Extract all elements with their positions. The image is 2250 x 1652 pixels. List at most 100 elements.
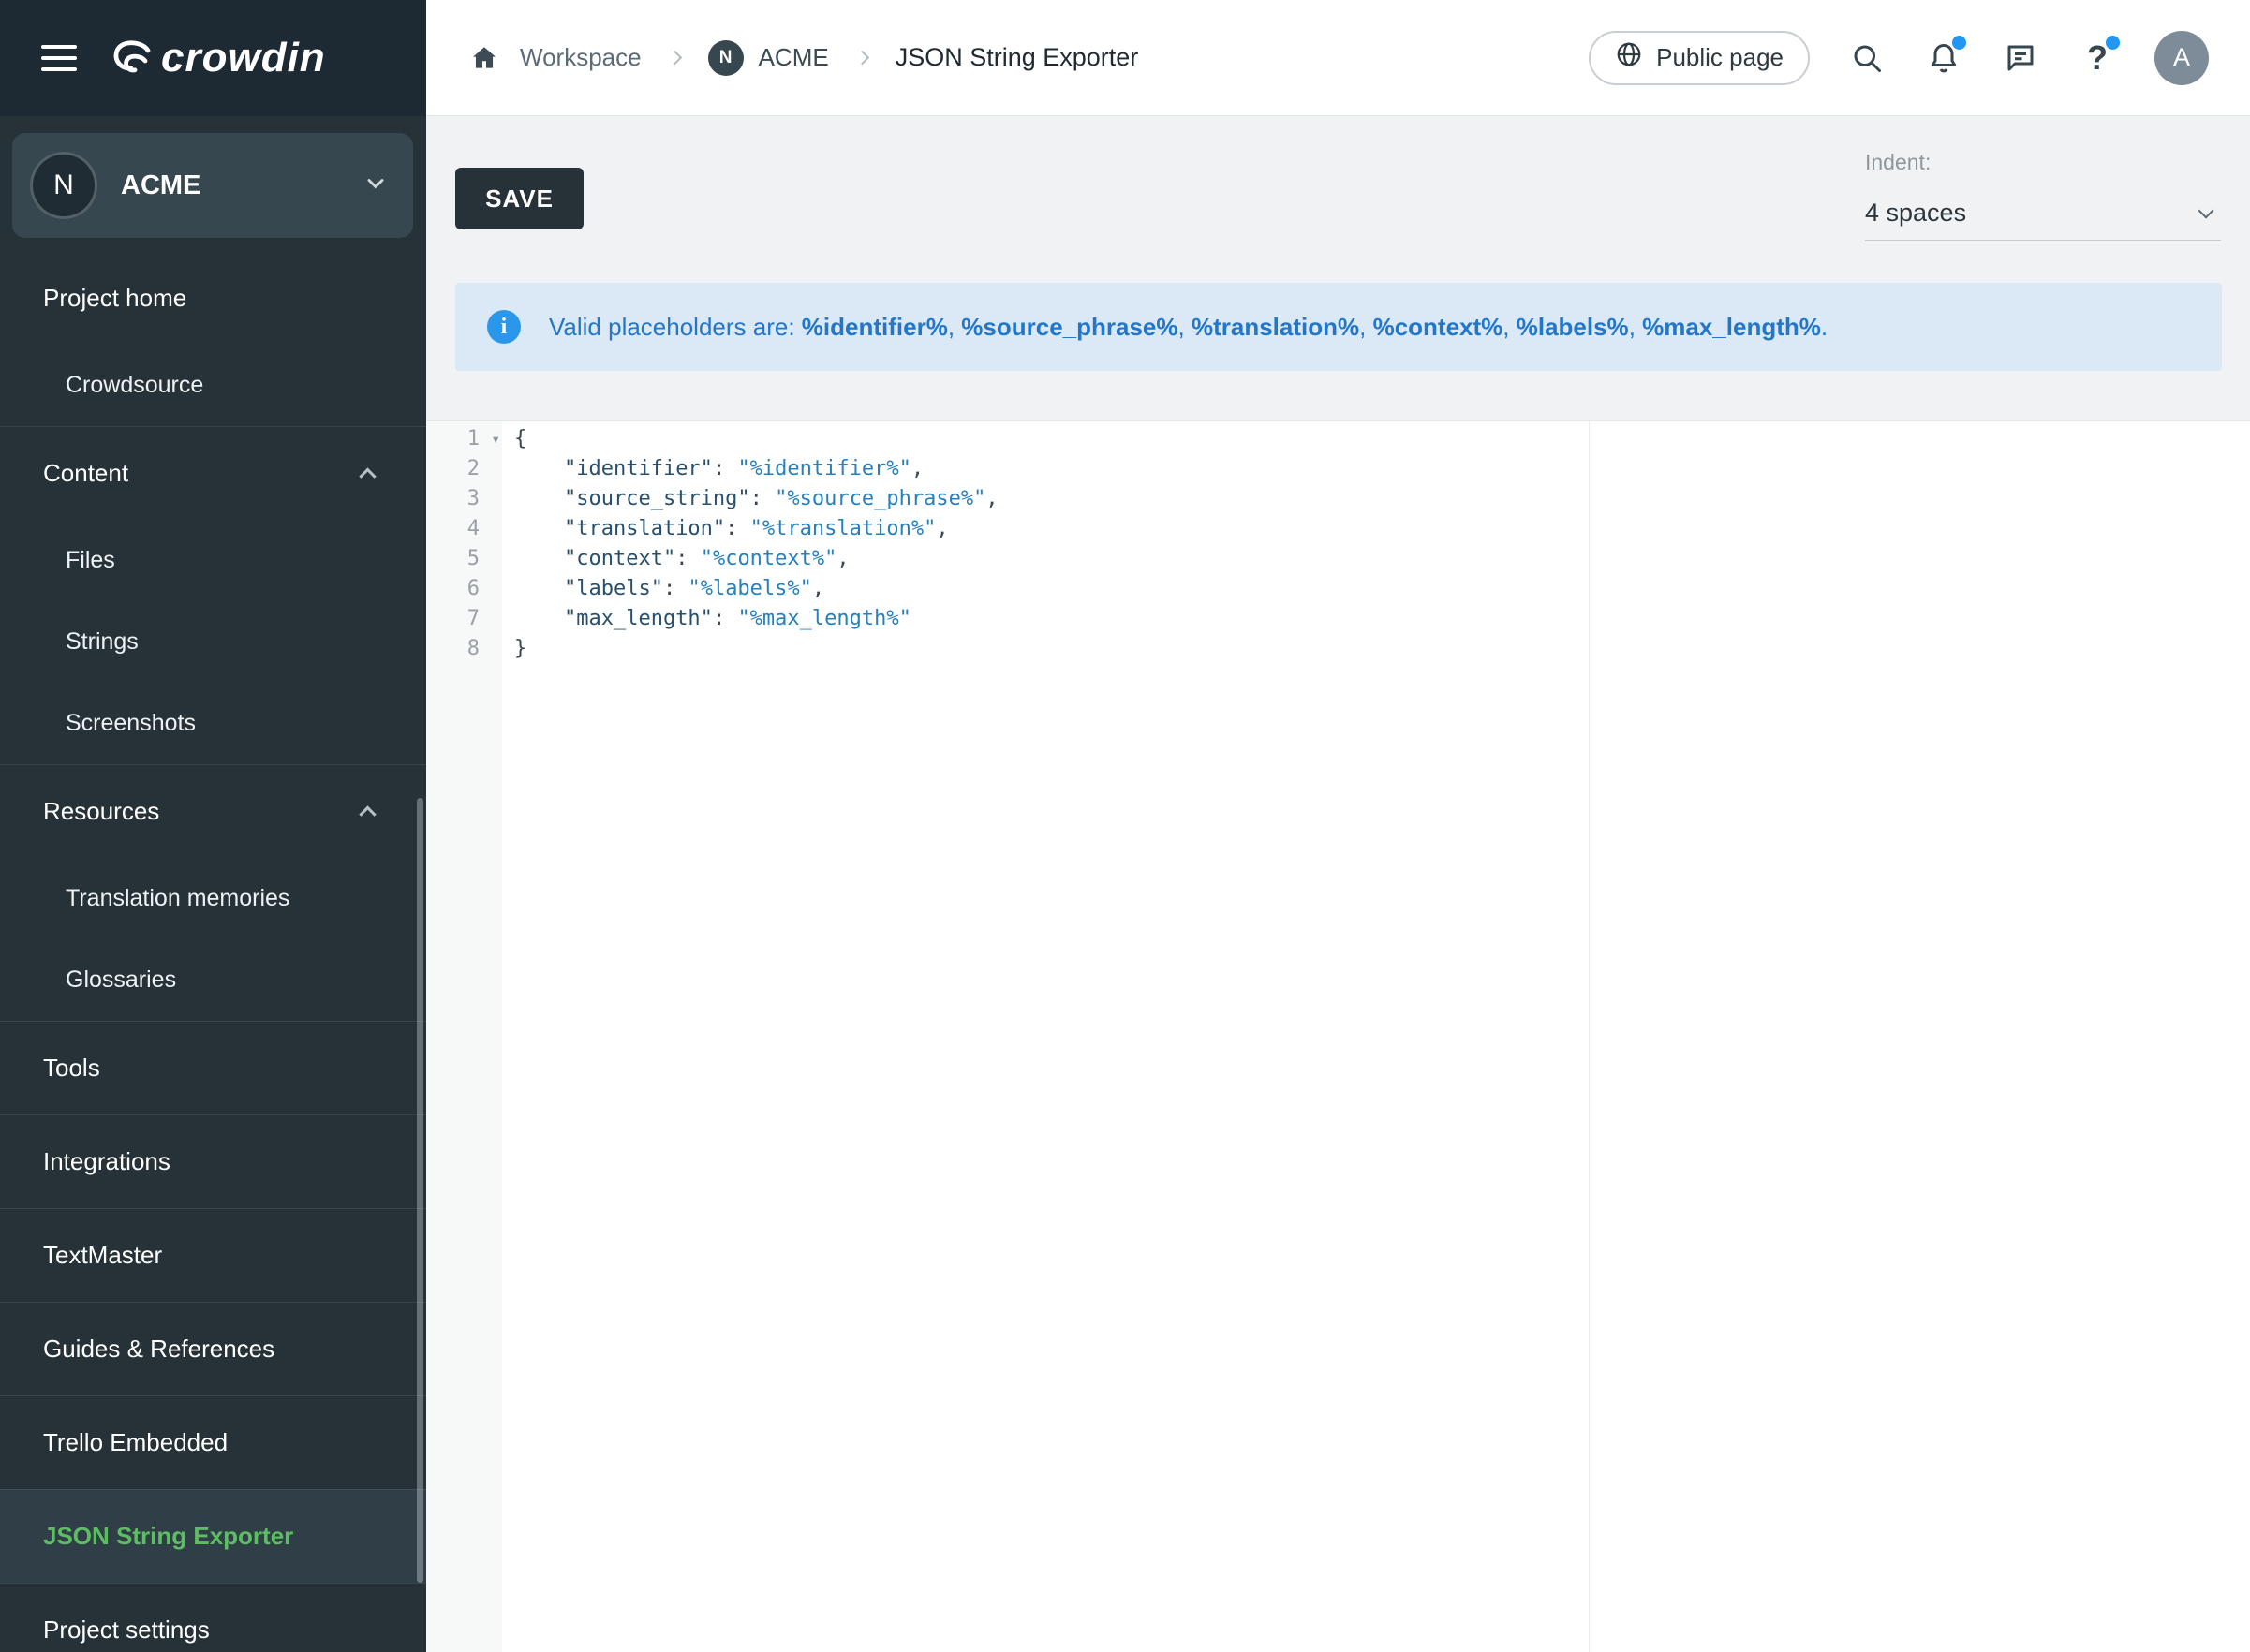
sidebar-item-label: Tools (43, 1054, 100, 1083)
sidebar-item-project-home[interactable]: Project home (0, 251, 426, 345)
sidebar-top: crowdin (0, 0, 426, 116)
line-number: 2 (426, 454, 502, 484)
help-icon[interactable]: ? (2078, 38, 2117, 78)
menu-icon[interactable] (39, 39, 79, 77)
sidebar-item-label: Guides & References (43, 1335, 274, 1364)
sidebar-item-label: TextMaster (43, 1241, 162, 1270)
sidebar-item-screenshots[interactable]: Screenshots (0, 683, 426, 764)
project-avatar: N (33, 155, 95, 216)
indent-select[interactable]: 4 spaces (1865, 186, 2221, 241)
chevron-down-icon (363, 170, 389, 201)
chevron-down-icon (2198, 202, 2214, 218)
help-glyph: ? (2087, 41, 2108, 75)
project-selector[interactable]: N ACME (12, 133, 413, 238)
sidebar-item-tools[interactable]: Tools (0, 1021, 426, 1114)
sidebar-item-label: Project settings (43, 1615, 210, 1645)
crowdin-logo[interactable]: crowdin (105, 35, 326, 82)
indent-control: Indent: 4 spaces (1865, 150, 2221, 241)
info-alert: i Valid placeholders are: %identifier%, … (455, 283, 2222, 371)
sidebar-item-integrations[interactable]: Integrations (0, 1114, 426, 1208)
line-number: 1▾ (426, 424, 502, 454)
sidebar-item-translation-memories[interactable]: Translation memories (0, 858, 426, 939)
sidebar-item-label: Integrations (43, 1147, 170, 1176)
sidebar-item-guides-references[interactable]: Guides & References (0, 1302, 426, 1395)
line-number: 6 (426, 574, 502, 604)
header: Workspace N ACME JSON String Exporter Pu… (426, 0, 2250, 116)
editor-ruler (1589, 421, 1590, 1652)
code-line: "context": "%context%", (514, 544, 2250, 574)
code-line: "labels": "%labels%", (514, 574, 2250, 604)
breadcrumb-workspace[interactable]: Workspace (520, 43, 642, 72)
save-button[interactable]: SAVE (455, 168, 584, 229)
sidebar-item-json-string-exporter[interactable]: JSON String Exporter (0, 1489, 426, 1583)
search-icon[interactable] (1847, 38, 1887, 78)
crowdin-logo-icon (105, 35, 154, 82)
line-number: 7 (426, 604, 502, 634)
chevron-up-icon (359, 805, 376, 822)
sidebar-item-label: Crowdsource (66, 372, 203, 399)
notifications-bell-icon[interactable] (1924, 38, 1963, 78)
line-number: 5 (426, 544, 502, 574)
sidebar-item-label: JSON String Exporter (43, 1522, 293, 1551)
sidebar-item-project-settings[interactable]: Project settings (0, 1583, 426, 1652)
code-editor: 1▾2345678 { "identifier": "%identifier%"… (426, 420, 2250, 1652)
indent-label: Indent: (1865, 150, 2221, 175)
code-line: "translation": "%translation%", (514, 514, 2250, 544)
chevron-right-icon (854, 51, 869, 66)
sidebar-item-label: Project home (43, 284, 186, 313)
project-badge: N (708, 40, 744, 76)
sidebar-item-textmaster[interactable]: TextMaster (0, 1208, 426, 1302)
fold-icon[interactable]: ▾ (491, 424, 500, 454)
sidebar-nav: Project home Crowdsource Content Files Strin… (0, 251, 426, 1652)
sidebar-item-label: Content (43, 459, 128, 488)
indent-value: 4 spaces (1865, 199, 1966, 228)
sidebar-item-label: Translation memories (66, 885, 289, 912)
app: crowdin N ACME Project home Crowdsource Co… (0, 0, 2250, 1652)
sidebar-item-strings[interactable]: Strings (0, 601, 426, 683)
sidebar-item-trello-embedded[interactable]: Trello Embedded (0, 1395, 426, 1489)
messages-icon[interactable] (2001, 38, 2040, 78)
breadcrumb-project-label: ACME (759, 43, 829, 72)
sidebar-item-label: Files (66, 547, 115, 574)
chevron-up-icon (359, 467, 376, 484)
sidebar-item-label: Trello Embedded (43, 1428, 228, 1457)
sidebar-item-label: Resources (43, 797, 159, 826)
breadcrumb: Workspace N ACME JSON String Exporter (469, 40, 1589, 76)
sidebar-scrollbar[interactable] (417, 798, 423, 1583)
sidebar-item-crowdsource[interactable]: Crowdsource (0, 345, 426, 426)
alert-message: Valid placeholders are: %identifier%, %s… (549, 313, 1828, 342)
code-line: } (514, 634, 2250, 664)
code-line: "max_length": "%max_length%" (514, 604, 2250, 634)
breadcrumb-project[interactable]: N ACME (708, 40, 829, 76)
chevron-right-icon (667, 51, 682, 66)
code-line: "identifier": "%identifier%", (514, 454, 2250, 484)
sidebar-item-label: Glossaries (66, 966, 176, 994)
main-content: SAVE Indent: 4 spaces i Valid placeholde… (426, 116, 2250, 1652)
sidebar: crowdin N ACME Project home Crowdsource Co… (0, 0, 426, 1652)
crowdin-logo-text: crowdin (161, 35, 326, 81)
sidebar-item-label: Screenshots (66, 710, 196, 737)
editor-gutter: 1▾2345678 (426, 421, 502, 1652)
line-number: 8 (426, 634, 502, 664)
line-number: 3 (426, 484, 502, 514)
sidebar-item-glossaries[interactable]: Glossaries (0, 939, 426, 1021)
page-title: JSON String Exporter (896, 43, 1139, 72)
header-actions: Public page ? A (1589, 31, 2209, 85)
notification-dot (1952, 36, 1966, 50)
project-name: ACME (121, 170, 363, 201)
sidebar-item-files[interactable]: Files (0, 520, 426, 601)
code-line: { (514, 424, 2250, 454)
editor-code[interactable]: { "identifier": "%identifier%", "source_… (502, 421, 2250, 1652)
info-icon: i (487, 310, 521, 344)
account-avatar[interactable]: A (2154, 31, 2209, 85)
public-page-label: Public page (1656, 43, 1784, 72)
line-number: 4 (426, 514, 502, 544)
sidebar-item-resources[interactable]: Resources (0, 764, 426, 858)
sidebar-item-content[interactable]: Content (0, 426, 426, 520)
public-page-button[interactable]: Public page (1589, 31, 1810, 85)
help-dot (2106, 36, 2120, 50)
globe-icon (1615, 40, 1643, 75)
sidebar-item-label: Strings (66, 628, 139, 656)
home-icon[interactable] (469, 43, 499, 73)
code-line: "source_string": "%source_phrase%", (514, 484, 2250, 514)
